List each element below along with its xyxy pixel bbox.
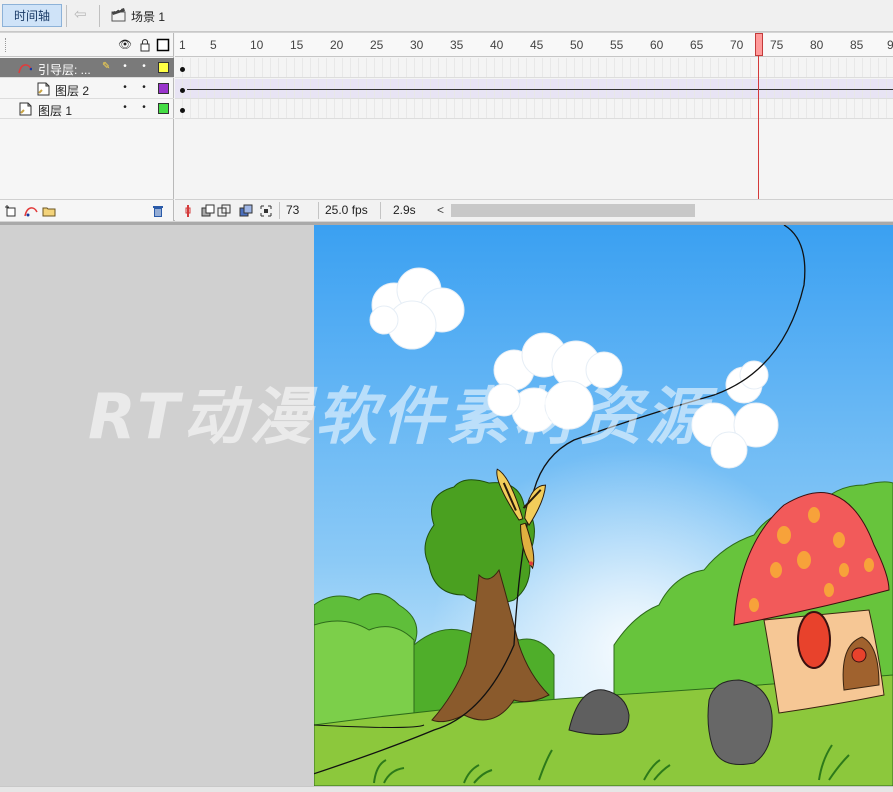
stage-horizontal-scrollbar[interactable]: [0, 786, 893, 792]
lock-dot[interactable]: •: [141, 82, 147, 93]
top-toolbar: 时间轴 ⇦ 场景 1: [0, 0, 893, 32]
ruler-tick-label: 85: [850, 38, 864, 52]
ruler-tick-label: 25: [370, 38, 384, 52]
outline-icon[interactable]: [156, 38, 170, 52]
add-guide-icon[interactable]: [24, 204, 38, 218]
visibility-dot[interactable]: •: [122, 102, 128, 113]
layer-row-guide[interactable]: 引导层: ... ✎ • •: [0, 58, 174, 78]
layer-row-2[interactable]: 图层 2 • •: [0, 79, 174, 99]
center-frame-icon[interactable]: [181, 204, 195, 218]
layer-header: 👁: [0, 33, 174, 57]
back-arrow-icon[interactable]: ⇦: [74, 6, 92, 24]
modify-markers-icon[interactable]: [259, 204, 273, 218]
new-layer-icon[interactable]: [4, 204, 18, 218]
eye-icon[interactable]: 👁: [118, 38, 132, 52]
keyframe[interactable]: [180, 67, 185, 72]
current-frame-field: 73: [279, 202, 319, 219]
ruler-tick-label: 1: [179, 38, 186, 52]
panel-grip[interactable]: [5, 38, 8, 52]
guide-layer-icon: [18, 64, 32, 74]
layer-color-swatch[interactable]: [158, 83, 169, 94]
rock: [707, 679, 773, 765]
ruler-tick-label: 5: [210, 38, 217, 52]
new-folder-icon[interactable]: [42, 204, 56, 218]
ruler-tick-label: 10: [250, 38, 264, 52]
layer-name[interactable]: 引导层: ...: [38, 61, 91, 78]
clapperboard-icon: [111, 8, 126, 22]
ruler-tick-label: 40: [490, 38, 504, 52]
motion-tween-line: [187, 89, 893, 90]
timeline-status-bar: 73 25.0 fps 2.9s <: [175, 199, 893, 221]
keyframe[interactable]: [180, 88, 185, 93]
ruler-tick-label: 9: [887, 38, 893, 52]
lock-dot[interactable]: •: [141, 102, 147, 113]
layer-color-swatch[interactable]: [158, 62, 169, 73]
edit-multiple-frames-icon[interactable]: [239, 204, 253, 218]
layer-name[interactable]: 图层 2: [55, 82, 89, 99]
ruler-tick-label: 55: [610, 38, 624, 52]
layer-row-1[interactable]: 图层 1 • •: [0, 99, 174, 119]
ruler-tick-label: 80: [810, 38, 824, 52]
ruler-tick-label: 50: [570, 38, 584, 52]
scene-label[interactable]: 场景 1: [131, 8, 165, 25]
layer-toolbar: [0, 199, 174, 221]
frame-ruler[interactable]: 1 5 10 15 20 25 30 35 40 45 50 55 60 65 …: [175, 33, 893, 57]
toolbar-divider: [66, 5, 67, 27]
timeline-toggle-button[interactable]: 时间轴: [2, 4, 62, 27]
scroll-left-icon[interactable]: <: [437, 203, 444, 217]
stage-canvas[interactable]: [314, 225, 893, 786]
ruler-tick-label: 15: [290, 38, 304, 52]
bush: [314, 620, 415, 726]
frame-row-1[interactable]: [175, 99, 893, 119]
ruler-tick-label: 20: [330, 38, 344, 52]
visibility-dot[interactable]: •: [122, 61, 128, 72]
elapsed-time-field: 2.9s: [380, 202, 428, 219]
keyframe[interactable]: [180, 108, 185, 113]
ruler-tick-label: 30: [410, 38, 424, 52]
ruler-tick-label: 35: [450, 38, 464, 52]
layer-list: 👁 引导层: ... ✎ • • 图层 2 • • 图层 1 • •: [0, 33, 174, 221]
scene-artwork: [314, 225, 893, 786]
frame-rate-field[interactable]: 25.0 fps: [318, 202, 380, 219]
mushroom-door-knob: [851, 647, 867, 663]
guided-layer-icon: [37, 82, 50, 96]
trash-icon[interactable]: [151, 204, 165, 218]
pencil-icon: ✎: [102, 61, 111, 72]
ruler-tick-label: 65: [690, 38, 704, 52]
layer-name[interactable]: 图层 1: [38, 102, 72, 119]
onion-skin-icon[interactable]: [201, 204, 215, 218]
watermark: RT动漫软件素材资源: [88, 380, 712, 453]
frame-row-guide[interactable]: [175, 58, 893, 78]
layer-color-swatch[interactable]: [158, 103, 169, 114]
mushroom-window: [797, 611, 831, 669]
ruler-tick-label: 45: [530, 38, 544, 52]
lock-icon[interactable]: [138, 38, 152, 52]
layer-icon: [19, 102, 32, 116]
ruler-tick-label: 75: [770, 38, 784, 52]
frame-row-2[interactable]: [175, 79, 893, 99]
lock-dot[interactable]: •: [141, 61, 147, 72]
timeline-scrollbar[interactable]: [451, 204, 695, 217]
timeline-panel: 👁 引导层: ... ✎ • • 图层 2 • • 图层 1 • • 1 5 1…: [0, 33, 893, 221]
playhead-line: [758, 56, 759, 199]
playhead[interactable]: [755, 33, 763, 56]
visibility-dot[interactable]: •: [122, 82, 128, 93]
ruler-tick-label: 60: [650, 38, 664, 52]
toolbar-divider: [99, 5, 100, 27]
frames-area: 1 5 10 15 20 25 30 35 40 45 50 55 60 65 …: [175, 33, 893, 221]
onion-outlines-icon[interactable]: [217, 204, 231, 218]
ruler-tick-label: 70: [730, 38, 744, 52]
